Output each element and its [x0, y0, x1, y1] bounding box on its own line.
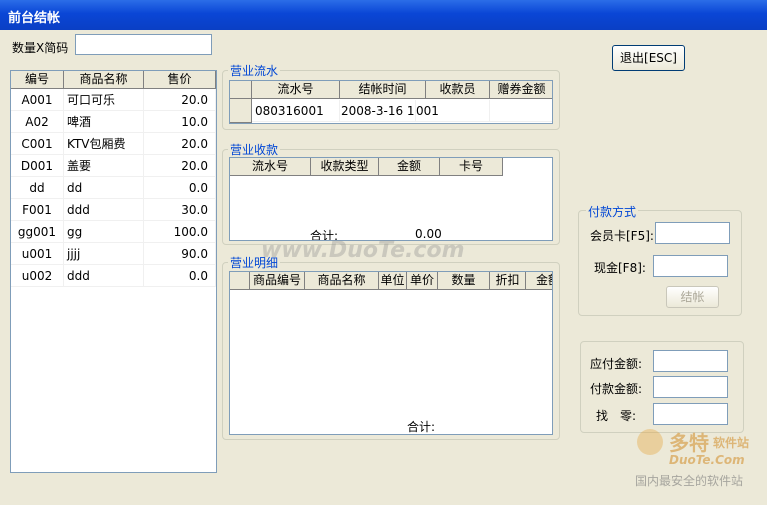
- details-header-amount[interactable]: 金额: [526, 272, 552, 290]
- product-row[interactable]: A02 啤酒 10.0: [11, 111, 216, 133]
- product-row[interactable]: u001 jjjj 90.0: [11, 243, 216, 265]
- product-cell-price[interactable]: 20.0: [144, 89, 216, 111]
- product-cell-price[interactable]: 30.0: [144, 199, 216, 221]
- product-cell-price[interactable]: 0.0: [144, 177, 216, 199]
- product-row[interactable]: A001 可口可乐 20.0: [11, 89, 216, 111]
- product-cell-name[interactable]: jjjj: [64, 243, 144, 265]
- product-cell-name[interactable]: KTV包厢费: [64, 133, 144, 155]
- details-header-qty[interactable]: 数量: [438, 272, 490, 290]
- product-header-name[interactable]: 商品名称: [64, 71, 144, 89]
- flow-group-title: 营业流水: [228, 62, 281, 79]
- paid-amount-label: 付款金额:: [590, 382, 643, 396]
- product-row[interactable]: F001 ddd 30.0: [11, 199, 216, 221]
- flow-header-coupon[interactable]: 赠券金额: [490, 81, 552, 99]
- checkout-window: 前台结帐 数量X简码 退出[ESC] 编号 商品名称 售价 A001 可口可乐 20…: [0, 0, 767, 505]
- logo-brand: 多特: [669, 431, 709, 455]
- details-header-price[interactable]: 单价: [407, 272, 438, 290]
- receipts-header-type[interactable]: 收款类型: [311, 158, 379, 176]
- qty-code-input[interactable]: [75, 34, 212, 55]
- product-cell-code[interactable]: A02: [11, 111, 64, 133]
- member-card-label: 会员卡[F5]:: [590, 229, 654, 243]
- product-cell-price[interactable]: 20.0: [144, 133, 216, 155]
- product-cell-price[interactable]: 90.0: [144, 243, 216, 265]
- product-cell-name[interactable]: 盖要: [64, 155, 144, 177]
- product-cell-code[interactable]: F001: [11, 199, 64, 221]
- change-label: 找 零:: [596, 409, 637, 423]
- product-cell-name[interactable]: 啤酒: [64, 111, 144, 133]
- flow-header-time[interactable]: 结帐时间: [340, 81, 426, 99]
- receipts-header-card[interactable]: 卡号: [440, 158, 503, 176]
- cash-label: 现金[F8]:: [594, 261, 646, 275]
- logo-slogan: 国内最安全的软件站: [635, 474, 744, 488]
- product-cell-code[interactable]: D001: [11, 155, 64, 177]
- window-title: 前台结帐: [8, 11, 61, 26]
- product-row[interactable]: gg001 gg 100.0: [11, 221, 216, 243]
- product-row[interactable]: u002 ddd 0.0: [11, 265, 216, 287]
- product-cell-price[interactable]: 20.0: [144, 155, 216, 177]
- product-cell-price[interactable]: 0.0: [144, 265, 216, 287]
- product-cell-name[interactable]: gg: [64, 221, 144, 243]
- logo-domain: DuoTe.Com: [669, 453, 745, 467]
- details-header-code[interactable]: 商品编号: [250, 272, 305, 290]
- flow-row-selector[interactable]: [230, 99, 252, 123]
- flow-cell-time[interactable]: 2008-3-16 15:5: [340, 100, 416, 122]
- product-cell-code[interactable]: A001: [11, 89, 64, 111]
- logo-icon: [637, 429, 663, 455]
- flow-cell-cashier[interactable]: 001: [416, 100, 490, 122]
- details-header-name[interactable]: 商品名称: [305, 272, 379, 290]
- flow-header-serial[interactable]: 流水号: [252, 81, 340, 99]
- flow-cell-serial[interactable]: 080316001: [252, 100, 340, 122]
- member-card-input[interactable]: [655, 222, 730, 244]
- product-cell-name[interactable]: dd: [64, 177, 144, 199]
- product-row[interactable]: C001 KTV包厢费 20.0: [11, 133, 216, 155]
- change-field[interactable]: [653, 403, 728, 425]
- duote-logo: 多特 软件站 DuoTe.Com 国内最安全的软件站: [635, 425, 765, 493]
- product-header-price[interactable]: 售价: [144, 71, 216, 89]
- product-row[interactable]: dd dd 0.0: [11, 177, 216, 199]
- payment-group-title: 付款方式: [586, 203, 639, 220]
- product-header-code[interactable]: 编号: [11, 71, 64, 89]
- receipts-group-title: 营业收款: [228, 141, 281, 158]
- details-header-discount[interactable]: 折扣: [490, 272, 526, 290]
- qty-label: 数量X简码: [12, 41, 69, 55]
- receipts-header-serial[interactable]: 流水号: [230, 158, 311, 176]
- details-header-unit[interactable]: 单位: [379, 272, 407, 290]
- flow-cell-coupon[interactable]: [490, 100, 552, 122]
- due-amount-label: 应付金额:: [590, 357, 643, 371]
- product-cell-code[interactable]: dd: [11, 177, 64, 199]
- product-cell-name[interactable]: 可口可乐: [64, 89, 144, 111]
- title-bar: 前台结帐: [0, 0, 767, 30]
- checkout-button[interactable]: 结帐: [666, 286, 719, 308]
- due-amount-field[interactable]: [653, 350, 728, 372]
- exit-button[interactable]: 退出[ESC]: [612, 45, 685, 71]
- details-table[interactable]: 商品编号 商品名称 单位 单价 数量 折扣 金额 合计:: [229, 271, 553, 435]
- product-cell-code[interactable]: gg001: [11, 221, 64, 243]
- flow-header-corner: [230, 81, 252, 99]
- product-cell-price[interactable]: 100.0: [144, 221, 216, 243]
- product-cell-code[interactable]: u001: [11, 243, 64, 265]
- product-list[interactable]: 编号 商品名称 售价 A001 可口可乐 20.0 A02 啤酒 10.0 C001 KTV包…: [10, 70, 217, 473]
- receipts-table[interactable]: 流水号 收款类型 金额 卡号 合计: 0.00: [229, 157, 553, 241]
- logo-brand-sub: 软件站: [713, 436, 750, 450]
- product-cell-name[interactable]: ddd: [64, 199, 144, 221]
- flow-table[interactable]: 流水号 结帐时间 收款员 赠券金额 080316001 2008-3-16 15…: [229, 80, 553, 124]
- product-cell-name[interactable]: ddd: [64, 265, 144, 287]
- flow-header-cashier[interactable]: 收款员: [426, 81, 490, 99]
- receipts-header-amount[interactable]: 金额: [379, 158, 440, 176]
- details-header-corner: [230, 272, 250, 290]
- product-cell-code[interactable]: u002: [11, 265, 64, 287]
- product-cell-price[interactable]: 10.0: [144, 111, 216, 133]
- watermark-text: www.DuoTe.com: [261, 238, 465, 263]
- details-total-label: 合计:: [407, 420, 436, 434]
- cash-input[interactable]: [653, 255, 728, 277]
- paid-amount-field[interactable]: [653, 376, 728, 398]
- product-row[interactable]: D001 盖要 20.0: [11, 155, 216, 177]
- product-cell-code[interactable]: C001: [11, 133, 64, 155]
